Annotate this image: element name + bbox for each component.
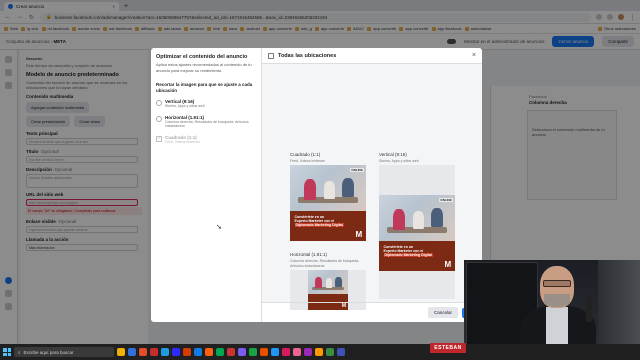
ad-preview-square[interactable]: ONLINE Conviértete en un Experto Markete… <box>290 165 366 241</box>
placements-icon <box>268 52 274 59</box>
taskbar-app-icon[interactable] <box>337 348 345 356</box>
option-subtitle: Feed, Videos instream <box>165 139 200 144</box>
dialog-description: Aplica estos ajustes recomendados al con… <box>156 62 252 73</box>
square-preview-subtitle: Feed, Videos instream <box>290 159 325 163</box>
taskbar-app-icon[interactable] <box>161 348 169 356</box>
taskbar-app-icon[interactable] <box>249 348 257 356</box>
horizontal-preview-label: Horizontal (1.91:1) <box>290 252 328 257</box>
taskbar-app-icon[interactable] <box>172 348 180 356</box>
horizontal-preview-subtitle: Columna derecha, Resultados de búsqueda,… <box>290 259 360 268</box>
search-icon: ⌕ <box>18 349 21 355</box>
presenter-beard <box>544 294 570 307</box>
dialog-header: Todas las ubicaciones × <box>262 48 482 64</box>
dialog-title: Optimizar el contenido del anuncio <box>156 54 248 60</box>
brand-logo-icon: M <box>444 259 452 269</box>
presenter-name-banner: ESTEBAN <box>430 343 466 353</box>
radio-button[interactable] <box>156 100 162 106</box>
placements-title: Todas las ubicaciones <box>278 52 337 59</box>
vertical-preview-frame: ONLINE Conviértete en un Experto Markete… <box>379 165 455 299</box>
microphone <box>586 296 592 322</box>
taskbar-app-icon[interactable] <box>128 348 136 356</box>
option-subtitle: Columna derecha, Resultados de búsqueda,… <box>165 119 249 129</box>
taskbar-search[interactable]: ⌕ Escribe aquí para buscar <box>14 347 114 357</box>
option-horizontal[interactable]: Horizontal (1.91:1) Columna derecha, Resu… <box>156 115 256 129</box>
cancel-button[interactable]: Cancelar <box>427 307 458 318</box>
brand-logo-icon: M <box>355 229 363 239</box>
ad-tag: ONLINE <box>439 198 453 203</box>
ad-headline-highlight: Diplomado Marketing Digital <box>294 223 344 228</box>
windows-start-icon[interactable] <box>3 348 11 356</box>
square-preview-label: Cuadrado (1:1) <box>290 152 321 157</box>
taskbar-app-icon[interactable] <box>293 348 301 356</box>
taskbar-app-icon[interactable] <box>315 348 323 356</box>
taskbar-app-icon[interactable] <box>271 348 279 356</box>
mouse-cursor-icon: ➘ <box>216 224 222 231</box>
taskbar-apps <box>117 348 345 356</box>
taskbar-app-icon[interactable] <box>260 348 268 356</box>
vertical-preview-subtitle: Stories, Apps y sitios web <box>379 159 419 163</box>
option-square: ✓ Cuadrado (1:1) Feed, Videos instream <box>156 135 256 145</box>
radio-button[interactable] <box>156 115 162 122</box>
ad-preview-vertical[interactable]: ONLINE Conviértete en un Experto Markete… <box>379 195 455 271</box>
taskbar-app-icon[interactable] <box>150 348 158 356</box>
ad-headline-highlight: Diplomado Marketing Digital <box>383 253 433 258</box>
placement-previews: Cuadrado (1:1) Feed, Videos instream ONL… <box>262 64 482 310</box>
option-title: Cuadrado (1:1) <box>165 134 197 140</box>
taskbar-app-icon[interactable] <box>282 348 290 356</box>
taskbar-app-icon[interactable] <box>205 348 213 356</box>
taskbar-app-icon[interactable] <box>238 348 246 356</box>
close-icon[interactable]: × <box>472 52 476 59</box>
presenter-glasses <box>543 280 571 287</box>
taskbar-app-icon[interactable] <box>304 348 312 356</box>
search-placeholder: Escribe aquí para buscar <box>23 349 74 355</box>
option-vertical[interactable]: Vertical (9:16) Stories, Apps y sitios we… <box>156 99 256 109</box>
taskbar-app-icon[interactable] <box>117 348 125 356</box>
check-icon: ✓ <box>156 135 162 142</box>
taskbar-app-icon[interactable] <box>227 348 235 356</box>
optimize-content-dialog: Optimizar el contenido del anuncio Aplic… <box>151 48 482 322</box>
windows-taskbar: ⌕ Escribe aquí para buscar <box>0 344 640 360</box>
dialog-footer: Cancelar <box>262 302 482 322</box>
vertical-preview-label: Vertical (9:16) <box>379 152 407 157</box>
taskbar-app-icon[interactable] <box>183 348 191 356</box>
taskbar-app-icon[interactable] <box>326 348 334 356</box>
taskbar-app-icon[interactable] <box>216 348 224 356</box>
crop-question: Recortar la imagen para que se ajuste a … <box>156 82 253 93</box>
option-subtitle: Stories, Apps y sitios web <box>165 104 205 108</box>
taskbar-app-icon[interactable] <box>194 348 202 356</box>
dialog-options-column: Optimizar el contenido del anuncio Aplic… <box>151 48 262 322</box>
taskbar-app-icon[interactable] <box>139 348 147 356</box>
ad-tag: ONLINE <box>350 168 364 173</box>
